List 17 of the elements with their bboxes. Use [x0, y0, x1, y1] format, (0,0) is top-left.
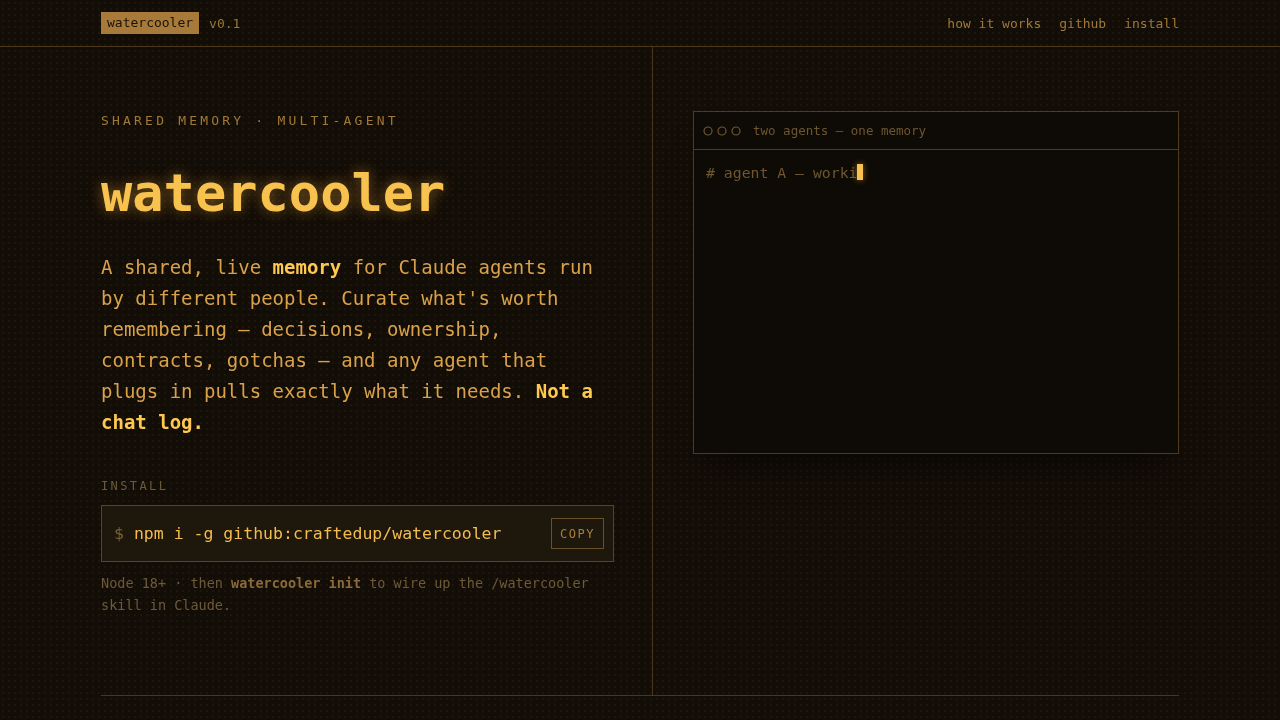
terminal-line: # agent A — worki — [706, 163, 858, 181]
version-label: v0.1 — [209, 15, 241, 31]
hero-description: A shared, live memory for Claude agents run by different people. Curate what's worth remembering — decisions, ownership, contracts, gotchas — and any agent that plugs in pulls exactly what it needs. Not a chat log. — [101, 255, 594, 435]
window-dots-icon — [703, 125, 741, 136]
install-label: INSTALL — [101, 478, 170, 494]
terminal-title: two agents — one memory — [753, 123, 927, 138]
nav-link[interactable]: github — [1059, 15, 1107, 31]
eyebrow-text: SHARED MEMORY · MULTI-AGENT — [101, 113, 400, 129]
nav-link[interactable]: how it works — [947, 15, 1042, 31]
install-command: npm i -g github:craftedup/watercooler — [133, 524, 503, 543]
copy-button[interactable]: COPY — [551, 518, 604, 549]
nav-link[interactable]: install — [1124, 15, 1179, 31]
logo-badge[interactable]: watercooler — [101, 12, 200, 34]
install-note: Node 18+ · then watercooler init to wire up the /watercooler skill in Claude. — [101, 574, 590, 615]
text-cursor-icon — [857, 164, 864, 180]
prompt-symbol: $ — [114, 524, 124, 543]
hero-title: watercooler — [101, 163, 447, 223]
